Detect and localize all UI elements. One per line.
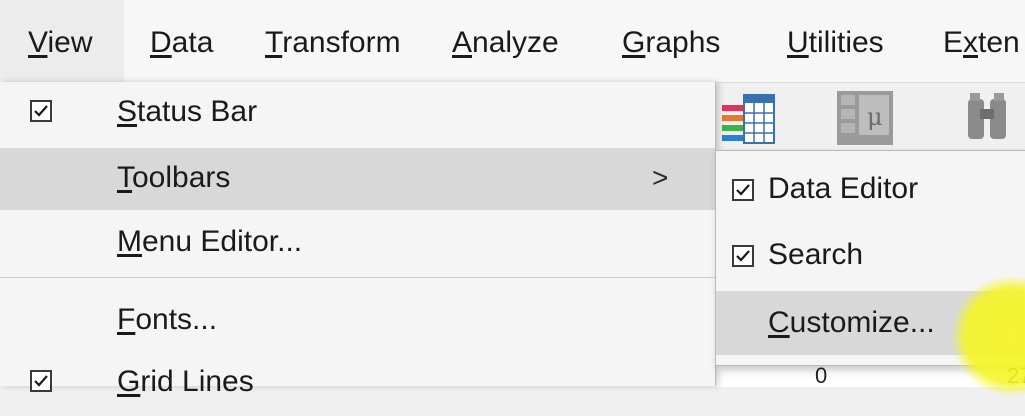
menu-transform[interactable]: Transform [265,0,401,82]
menu-extensions-mnemonic: x [963,26,979,59]
submenu-item-search[interactable]: Search [716,223,1016,287]
checkmark-icon [30,100,52,122]
menu-separator [0,277,715,278]
find-icon[interactable] [960,89,1020,152]
label-rest: onts... [135,303,218,336]
svg-text:μ: μ [867,103,883,131]
menu-extensions[interactable]: Exten [943,0,1020,82]
submenu-item-label: Data Editor [768,172,919,205]
checkmark-icon [30,370,52,392]
menu-item-label: Toolbars [117,148,230,208]
label-rest: enu Editor... [142,225,303,258]
menu-graphs-mnemonic: G [622,26,646,59]
label-rest: tatus Bar [137,95,258,128]
menu-item-label: Fonts... [117,290,217,350]
mnemonic-letter: F [117,303,136,336]
menu-view-rest: iew [47,26,93,59]
toolbars-submenu: Data Editor Search Customize... [715,150,1025,366]
menu-extensions-rest: ten [978,26,1020,59]
menu-item-toolbars[interactable]: Toolbars > [0,148,715,210]
checkmark-icon [732,245,754,267]
menu-item-status-bar[interactable]: Status Bar [0,82,715,146]
menu-item-grid-lines[interactable]: Grid Lines [0,352,715,416]
submenu-item-label: Customize... [768,291,935,355]
menu-item-menu-editor[interactable]: Menu Editor... [0,212,715,276]
menu-analyze[interactable]: Analyze [452,0,559,82]
chevron-right-icon: > [652,162,669,193]
menu-transform-rest: ransform [282,26,401,59]
menu-item-fonts[interactable]: Fonts... [0,290,715,354]
grid-cell[interactable]: 0 [815,363,827,389]
menu-item-label: Menu Editor... [117,212,302,272]
submenu-item-label: Search [768,238,864,271]
label-rest: ustomize... [789,306,935,339]
submenu-item-customize[interactable]: Customize... [716,291,1024,355]
grid-cell[interactable]: 27 [1007,363,1025,389]
menu-item-label: Status Bar [117,82,257,142]
menu-graphs[interactable]: Graphs [622,0,720,82]
menu-data[interactable]: Data [150,0,213,82]
menu-graphs-rest: raphs [645,26,721,59]
menu-data-rest: ata [171,26,214,59]
menu-analyze-rest: nalyze [472,26,559,59]
menu-utilities-rest: tilities [808,26,884,59]
menu-view-mnemonic: V [28,26,48,59]
checkmark-icon [732,179,754,201]
menu-transform-mnemonic: T [265,26,283,59]
label-rest: oolbars [132,161,231,194]
mnemonic-letter: S [117,95,138,128]
menu-item-label: Grid Lines [117,352,254,412]
mnemonic-letter: G [117,365,141,398]
menu-bar: View Data Transform Analyze Graphs Utili… [0,0,1025,83]
submenu-item-data-editor[interactable]: Data Editor [716,157,1016,221]
data-editor-icon[interactable] [720,91,778,152]
variable-view-icon[interactable]: μ [835,89,895,152]
label-rest: rid Lines [140,365,254,398]
mnemonic-letter: T [117,161,132,194]
menu-utilities-mnemonic: U [787,26,809,59]
menu-utilities[interactable]: Utilities [787,0,884,82]
view-menu-dropdown: Status Bar Toolbars > Menu Editor... Fon… [0,82,716,398]
menu-view[interactable]: View [0,0,124,82]
mnemonic-letter: M [117,225,142,258]
menu-analyze-mnemonic: A [452,26,473,59]
mnemonic-letter: C [768,306,790,339]
menu-extensions-prefix: E [943,26,964,59]
menu-data-mnemonic: D [150,26,172,59]
